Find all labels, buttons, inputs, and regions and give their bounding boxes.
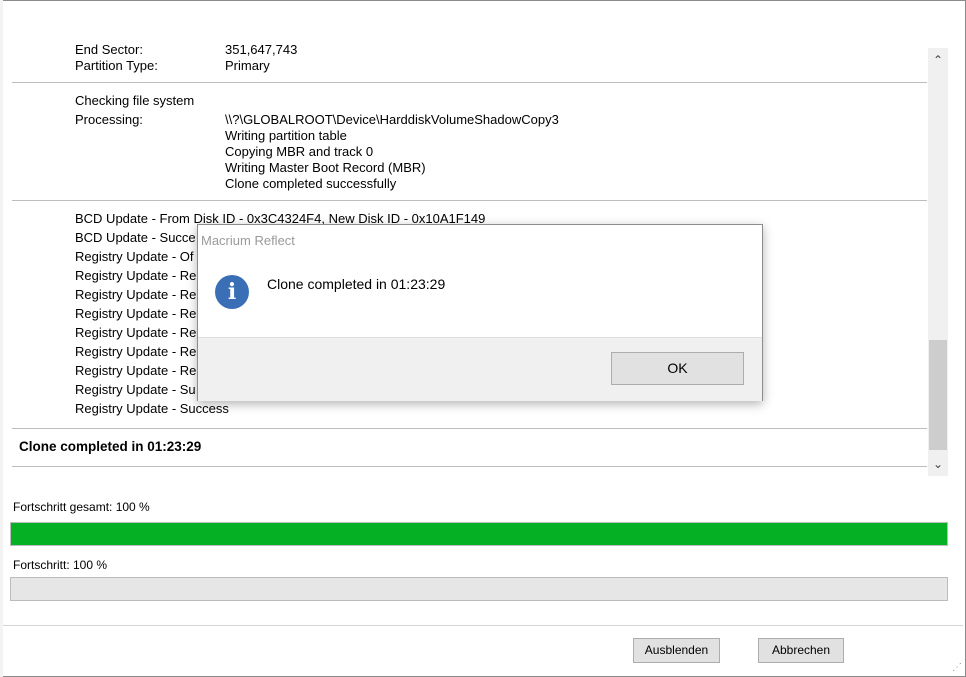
bcd-line: BCD Update - Succe xyxy=(75,230,196,245)
ok-button[interactable]: OK xyxy=(611,352,744,385)
total-progress-bar xyxy=(10,522,948,546)
log-separator xyxy=(12,82,927,83)
footer-separator xyxy=(3,625,963,626)
registry-line: Registry Update - Su xyxy=(75,382,196,397)
end-sector-label: End Sector: xyxy=(75,42,143,57)
scroll-down-icon[interactable]: ⌄ xyxy=(928,454,948,474)
dialog-message: Clone completed in 01:23:29 xyxy=(267,276,446,292)
log-separator xyxy=(12,428,927,429)
processing-line: Writing partition table xyxy=(225,128,347,143)
resize-grip-icon[interactable]: ⋰ xyxy=(952,662,962,673)
dialog-title: Macrium Reflect xyxy=(201,233,295,248)
dialog-footer: OK xyxy=(198,337,762,401)
scroll-up-icon[interactable]: ⌃ xyxy=(928,50,948,70)
registry-line: Registry Update - Success xyxy=(75,401,229,416)
total-progress-label: Fortschritt gesamt: 100 % xyxy=(13,500,150,514)
hide-button[interactable]: Ausblenden xyxy=(633,638,720,663)
processing-line: Writing Master Boot Record (MBR) xyxy=(225,160,426,175)
registry-line: Registry Update - Of xyxy=(75,249,194,264)
log-separator xyxy=(12,200,927,201)
checking-file-system: Checking file system xyxy=(75,93,195,108)
processing-line: Clone completed successfully xyxy=(225,176,397,191)
registry-line: Registry Update - Re xyxy=(75,344,197,359)
registry-line: Registry Update - Re xyxy=(75,325,197,340)
current-progress-label: Fortschritt: 100 % xyxy=(13,558,108,572)
processing-label: Processing: xyxy=(75,112,143,127)
info-icon: i xyxy=(215,275,249,309)
registry-line: Registry Update - Re xyxy=(75,268,197,283)
registry-line: Registry Update - Re xyxy=(75,306,197,321)
partition-type-label: Partition Type: xyxy=(75,58,158,73)
cancel-button[interactable]: Abbrechen xyxy=(758,638,844,663)
registry-line: Registry Update - Re xyxy=(75,363,197,378)
partition-type-value: Primary xyxy=(225,58,270,73)
processing-line: Copying MBR and track 0 xyxy=(225,144,374,159)
end-sector-value: 351,647,743 xyxy=(225,42,298,57)
scroll-thumb[interactable] xyxy=(929,340,947,450)
clone-summary: Clone completed in 01:23:29 xyxy=(19,439,202,454)
message-dialog: Macrium Reflect i Clone completed in 01:… xyxy=(197,224,763,401)
processing-line: \\?\GLOBALROOT\Device\HarddiskVolumeShad… xyxy=(225,112,559,127)
log-scrollbar[interactable]: ⌃ ⌄ xyxy=(928,48,948,476)
window-edge xyxy=(0,0,3,677)
registry-line: Registry Update - Re xyxy=(75,287,197,302)
total-progress-fill xyxy=(11,523,947,545)
log-separator xyxy=(12,466,927,467)
current-progress-bar xyxy=(10,577,948,601)
